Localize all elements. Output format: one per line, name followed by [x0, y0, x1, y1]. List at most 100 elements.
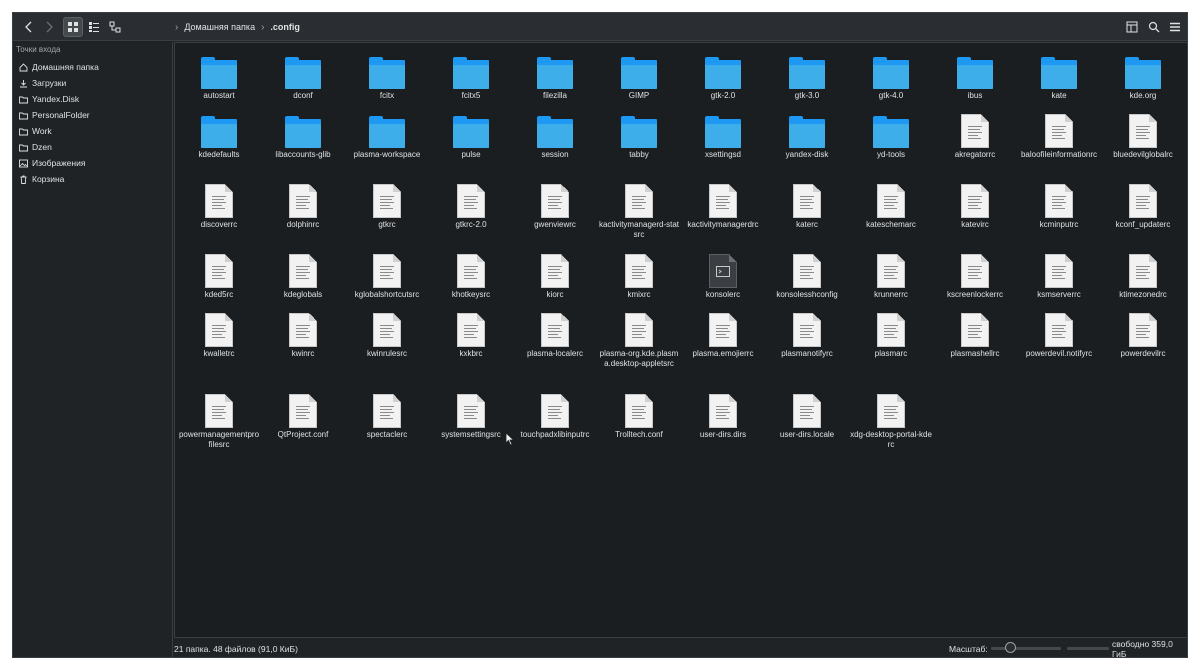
file-item[interactable]: plasma-org.kde.plasma.desktop-appletsrc — [597, 309, 681, 390]
file-item[interactable]: systemsettingsrc — [429, 390, 513, 460]
zoom-slider-handle[interactable] — [1005, 642, 1016, 653]
file-item[interactable]: konsolesshconfig — [765, 250, 849, 309]
split-view-button[interactable] — [1122, 17, 1142, 37]
file-item[interactable]: ksmserverrc — [1017, 250, 1101, 309]
folder-item[interactable]: autostart — [177, 51, 261, 110]
folder-item[interactable]: kdedefaults — [177, 110, 261, 180]
item-label: kwinrc — [291, 349, 315, 358]
file-item[interactable]: kconf_updaterc — [1101, 180, 1185, 250]
places-item-personalfolder[interactable]: PersonalFolder — [13, 107, 173, 123]
zoom-slider[interactable] — [991, 647, 1061, 650]
forward-button[interactable] — [39, 17, 59, 37]
file-item[interactable]: kmixrc — [597, 250, 681, 309]
file-item[interactable]: katevirc — [933, 180, 1017, 250]
file-item[interactable]: powerdevilrc — [1101, 309, 1185, 390]
file-item[interactable]: ktimezonedrc — [1101, 250, 1185, 309]
icons-view-button[interactable] — [63, 17, 83, 37]
file-item[interactable]: touchpadxlibinputrc — [513, 390, 597, 460]
file-item[interactable]: plasma.emojierrc — [681, 309, 765, 390]
file-item[interactable]: user-dirs.locale — [765, 390, 849, 460]
file-item[interactable]: akregatorrc — [933, 110, 1017, 180]
file-item[interactable]: kdeglobals — [261, 250, 345, 309]
file-item[interactable]: plasmanotifyrc — [765, 309, 849, 390]
folder-icon — [367, 110, 407, 148]
file-item[interactable]: plasmashellrc — [933, 309, 1017, 390]
folder-item[interactable]: gtk-4.0 — [849, 51, 933, 110]
search-button[interactable] — [1144, 17, 1164, 37]
file-item[interactable]: kactivitymanagerd-statsrc — [597, 180, 681, 250]
folder-item[interactable]: filezilla — [513, 51, 597, 110]
file-item[interactable]: Trolltech.conf — [597, 390, 681, 460]
file-item[interactable]: kwinrc — [261, 309, 345, 390]
places-item-dzen[interactable]: Dzen — [13, 139, 173, 155]
breadcrumb-home[interactable]: Домашняя папка — [184, 22, 255, 32]
file-item[interactable]: bluedevilglobalrc — [1101, 110, 1185, 180]
places-item-домашняя-папка[interactable]: Домашняя папка — [13, 59, 173, 75]
file-item[interactable]: kglobalshortcutsrc — [345, 250, 429, 309]
folder-item[interactable]: kate — [1017, 51, 1101, 110]
file-item[interactable]: gtkrc-2.0 — [429, 180, 513, 250]
file-item[interactable]: kwalletrc — [177, 309, 261, 390]
file-item[interactable]: baloofileinformationrc — [1017, 110, 1101, 180]
folder-item[interactable]: ibus — [933, 51, 1017, 110]
folder-item[interactable]: fcitx5 — [429, 51, 513, 110]
file-item[interactable]: dolphinrc — [261, 180, 345, 250]
item-label: gwenviewrc — [534, 220, 576, 229]
folder-item[interactable]: plasma-workspace — [345, 110, 429, 180]
file-item[interactable]: plasma-localerc — [513, 309, 597, 390]
folder-item[interactable]: pulse — [429, 110, 513, 180]
file-item[interactable]: kateschemarc — [849, 180, 933, 250]
file-item[interactable]: powermanagementprofilesrc — [177, 390, 261, 460]
file-item[interactable]: kiorc — [513, 250, 597, 309]
file-item[interactable]: kscreenlockerrc — [933, 250, 1017, 309]
places-item-yandex-disk[interactable]: Yandex.Disk — [13, 91, 173, 107]
folder-item[interactable]: yd-tools — [849, 110, 933, 180]
file-item[interactable]: kcminputrc — [1017, 180, 1101, 250]
folder-item[interactable]: fcitx — [345, 51, 429, 110]
details-view-button[interactable] — [105, 17, 125, 37]
folder-item[interactable]: dconf — [261, 51, 345, 110]
text-file-icon — [703, 390, 743, 428]
folder-item[interactable]: libaccounts-glib — [261, 110, 345, 180]
file-item[interactable]: powerdevil.notifyrc — [1017, 309, 1101, 390]
file-item[interactable]: spectaclerc — [345, 390, 429, 460]
folder-item[interactable]: tabby — [597, 110, 681, 180]
places-item-work[interactable]: Work — [13, 123, 173, 139]
file-item[interactable]: gwenviewrc — [513, 180, 597, 250]
folder-item[interactable]: yandex-disk — [765, 110, 849, 180]
file-item[interactable]: xdg-desktop-portal-kderc — [849, 390, 933, 460]
file-item[interactable]: kwinrulesrc — [345, 309, 429, 390]
file-item[interactable]: kxkbrc — [429, 309, 513, 390]
folder-item[interactable]: GIMP — [597, 51, 681, 110]
compact-view-button[interactable] — [84, 17, 104, 37]
file-item[interactable]: katerc — [765, 180, 849, 250]
back-button[interactable] — [19, 17, 39, 37]
file-item[interactable]: discoverrc — [177, 180, 261, 250]
file-item[interactable]: QtProject.conf — [261, 390, 345, 460]
item-label: akregatorrc — [954, 150, 996, 159]
file-item[interactable]: krunnerrc — [849, 250, 933, 309]
text-file-icon — [451, 250, 491, 288]
file-item[interactable]: gtkrc — [345, 180, 429, 250]
file-item[interactable]: user-dirs.dirs — [681, 390, 765, 460]
places-panel: Точки входа Домашняя папка Загрузки Yandex… — [13, 42, 173, 657]
folder-item[interactable]: kde.org — [1101, 51, 1185, 110]
file-item[interactable]: konsolerc — [681, 250, 765, 309]
folder-item[interactable]: gtk-3.0 — [765, 51, 849, 110]
file-item[interactable]: khotkeysrc — [429, 250, 513, 309]
places-item-корзина[interactable]: Корзина — [13, 171, 173, 187]
breadcrumb-current[interactable]: .config — [270, 22, 300, 32]
text-file-icon — [535, 180, 575, 218]
file-item[interactable]: kded5rc — [177, 250, 261, 309]
places-item-загрузки[interactable]: Загрузки — [13, 75, 173, 91]
status-summary: 21 папка. 48 файлов (91,0 КиБ) — [174, 644, 298, 654]
item-label: powerdevil.notifyrc — [1025, 349, 1093, 358]
menu-button[interactable] — [1165, 17, 1185, 37]
places-item-изображения[interactable]: Изображения — [13, 155, 173, 171]
file-item[interactable]: kactivitymanagerdrc — [681, 180, 765, 250]
folder-item[interactable]: session — [513, 110, 597, 180]
folder-item[interactable]: gtk-2.0 — [681, 51, 765, 110]
folder-item[interactable]: xsettingsd — [681, 110, 765, 180]
file-view[interactable]: autostart dconf fcitx fcitx5 filezilla GIMP gt… — [174, 42, 1187, 638]
file-item[interactable]: plasmarc — [849, 309, 933, 390]
